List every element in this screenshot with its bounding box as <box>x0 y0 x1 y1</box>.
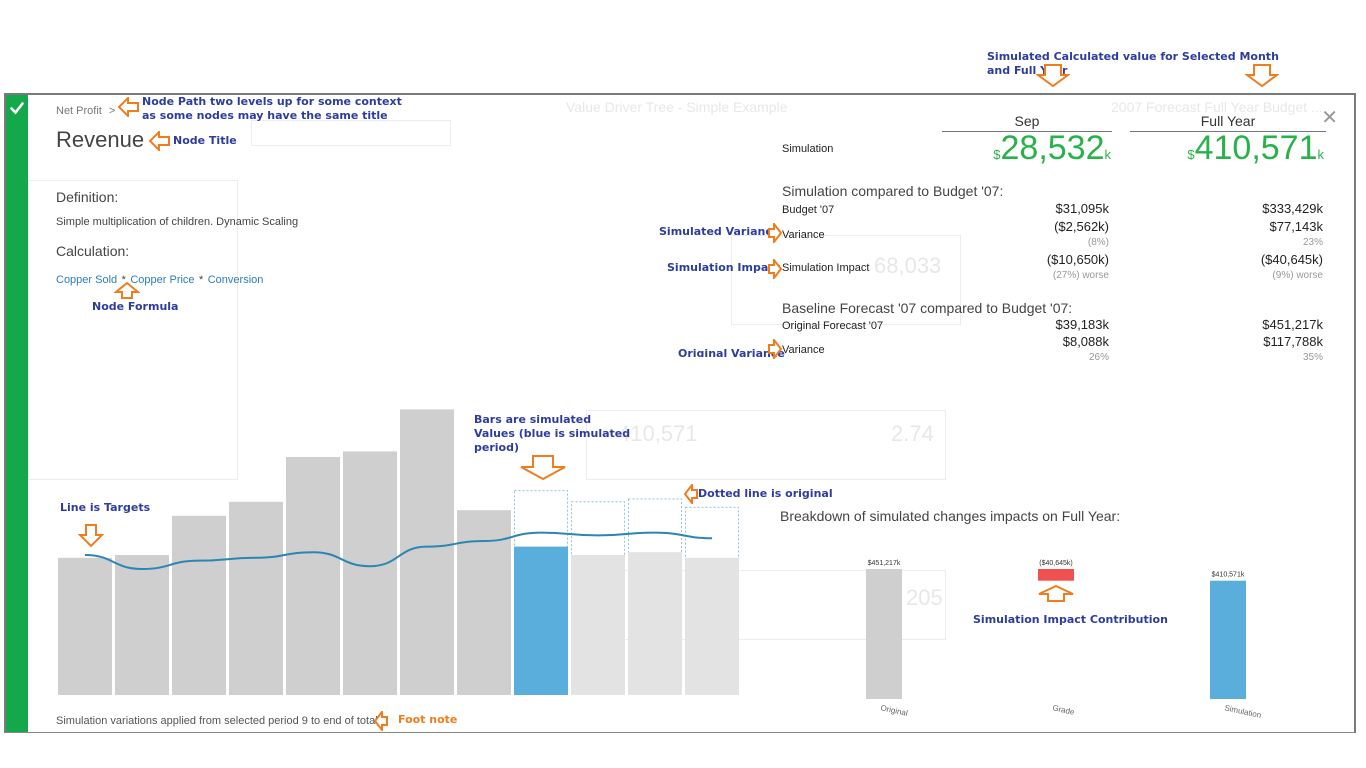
annotation-arrow-footnote <box>374 711 388 731</box>
ghost-box-1 <box>251 120 451 146</box>
simulation-label: Simulation <box>782 143 834 155</box>
definition-text: Simple multiplication of children. Dynam… <box>56 216 299 228</box>
formula-op-2: * <box>199 274 204 286</box>
annotation-arrow-original-variance <box>768 339 782 359</box>
check-icon <box>10 102 24 115</box>
annotation-arrow-month <box>1036 64 1070 88</box>
budget-section-heading: Simulation compared to Budget '07: <box>782 183 1004 199</box>
variance-month-pct: (8%) <box>1087 237 1109 248</box>
annotation-dotted: Dotted line is original <box>698 487 833 500</box>
annotation-bars: Bars are simulated Values (blue is simul… <box>474 413 631 454</box>
breakdown-category-original: Original <box>880 703 909 718</box>
annotation-simulation-impact: Simulation Impact <box>667 261 781 274</box>
node-detail-panel: Value Driver Tree - Simple Example 2007 … <box>4 93 1356 733</box>
annotation-node-title: Node Title <box>173 134 237 147</box>
breakdown-category-simulation: Simulation <box>1224 703 1262 720</box>
annotation-arrow-dotted <box>684 484 698 504</box>
variance-year-pct: 23% <box>1302 237 1323 248</box>
original-variance-label: Variance <box>782 344 825 356</box>
impact-month-pct: (27%) worse <box>1052 270 1109 281</box>
original-variance-year: $117,788k <box>1263 334 1323 349</box>
annotation-arrow-formula <box>114 282 140 299</box>
monthly-bar-chart <box>58 409 739 695</box>
annotation-arrow-title <box>149 131 170 151</box>
annotation-line-targets: Line is Targets <box>60 501 151 514</box>
ghost-title: Value Driver Tree - Simple Example <box>566 99 788 115</box>
bar-8 <box>457 510 511 695</box>
bar-2 <box>115 555 169 695</box>
breakdown-bar-original <box>866 569 902 699</box>
bar-11 <box>628 552 682 695</box>
bar-4 <box>229 501 283 695</box>
breakdown-bar-simulation <box>1210 580 1246 699</box>
impact-month-value: ($10,650k) <box>1046 252 1109 267</box>
formula-term-conversion[interactable]: Conversion <box>208 274 264 286</box>
variance-row-label: Variance <box>782 229 825 241</box>
annotation-node-path: Node Path two levels up for some context… <box>142 95 402 122</box>
original-variance-month: $8,088k <box>1062 334 1109 349</box>
footnote: Simulation variations applied from selec… <box>56 715 381 727</box>
simulation-impact-row-label: Simulation Impact <box>782 262 870 274</box>
budget-row-label: Budget '07 <box>782 204 835 216</box>
calculation-label: Calculation: <box>56 243 130 259</box>
impact-year-value: ($40,645k) <box>1260 252 1323 267</box>
simulated-month-value: $28,532k <box>993 129 1111 167</box>
simulated-year-value: $410,571k <box>1187 129 1324 167</box>
original-forecast-label: Original Forecast '07 <box>782 320 884 332</box>
annotation-node-formula: Node Formula <box>92 300 179 313</box>
breakdown-chart: $451,217k Original ($40,645k) Grade $410,571… <box>866 560 1262 720</box>
annotation-arrow-impact <box>768 259 782 279</box>
bar-9 <box>514 546 568 695</box>
breadcrumb-separator: > <box>108 105 116 117</box>
original-variance-year-pct: 35% <box>1302 352 1323 363</box>
bar-6 <box>343 451 397 695</box>
annotation-arrow-targets <box>78 524 104 548</box>
ghost-value-1: 68,033 <box>874 253 942 278</box>
annotation-arrow-year <box>1245 64 1279 88</box>
bar-7 <box>400 409 454 695</box>
impact-year-pct: (9%) worse <box>1272 270 1323 281</box>
calculation-formula: Copper Sold * Copper Price * Conversion <box>56 270 263 288</box>
bar-5 <box>286 457 340 695</box>
bar-3 <box>172 515 226 695</box>
breakdown-value-label-simulation: $410,571k <box>1212 572 1245 579</box>
breakdown-value-label-original: $451,217k <box>868 560 901 567</box>
ghost-value-3: 2.74 <box>891 421 934 446</box>
definition-label: Definition: <box>56 189 119 205</box>
selected-indicator-bar <box>6 95 28 732</box>
annotation-arrow-variance <box>768 223 782 243</box>
bar-10 <box>571 555 625 695</box>
breakdown-bar-grade <box>1038 569 1074 581</box>
baseline-section-heading: Baseline Forecast '07 compared to Budget… <box>782 300 1073 316</box>
variance-month-value: ($2,562k) <box>1054 219 1109 234</box>
breakdown-heading: Breakdown of simulated changes impacts o… <box>780 508 1121 524</box>
annotation-foot-note: Foot note <box>398 713 458 726</box>
original-forecast-year: $451,217k <box>1262 317 1323 332</box>
original-variance-month-pct: 26% <box>1088 352 1109 363</box>
bar-12 <box>685 557 739 695</box>
breakdown-value-label-grade: ($40,645k) <box>1039 560 1072 567</box>
bar-1 <box>58 557 112 695</box>
breadcrumb-parent[interactable]: Net Profit <box>56 105 102 117</box>
breakdown-category-grade: Grade <box>1052 703 1076 717</box>
budget-month-value: $31,095k <box>1055 201 1110 216</box>
budget-year-value: $333,429k <box>1262 201 1323 216</box>
variance-year-value: $77,143k <box>1269 219 1324 234</box>
original-forecast-month: $39,183k <box>1055 317 1110 332</box>
annotation-arrow-breadcrumb <box>118 97 139 117</box>
annotation-arrow-contribution <box>1038 585 1074 602</box>
node-title: Revenue <box>56 127 145 152</box>
annotation-simulated-variance: Simulated Variance <box>659 225 780 238</box>
breadcrumb: Net Profit > <box>56 105 115 117</box>
annotation-arrow-bars <box>520 455 566 481</box>
formula-term-copper-sold[interactable]: Copper Sold <box>56 274 117 286</box>
annotation-impact-contribution: Simulation Impact Contribution <box>973 613 1168 626</box>
